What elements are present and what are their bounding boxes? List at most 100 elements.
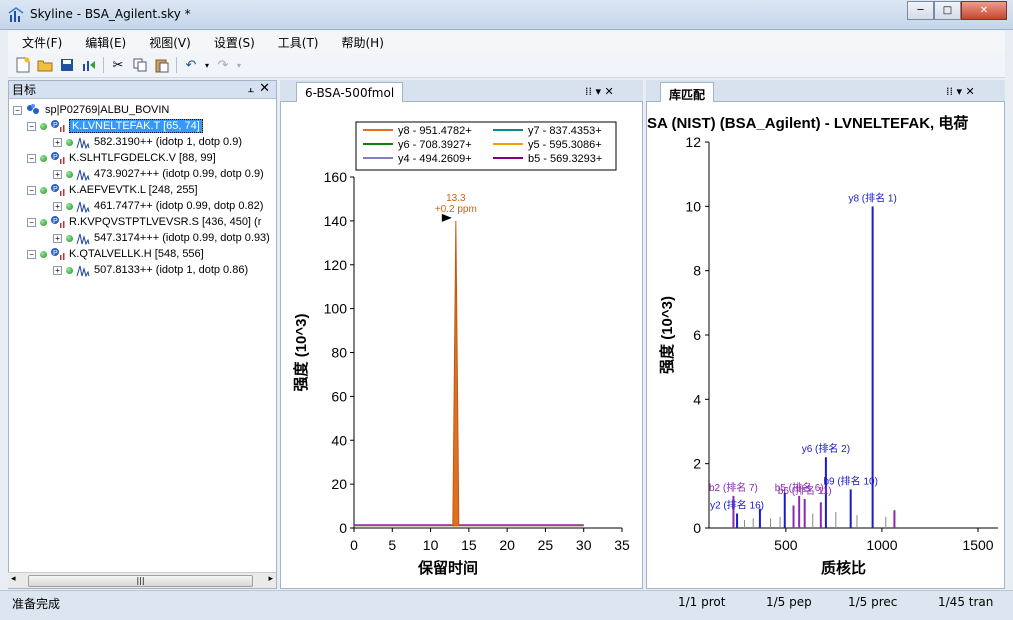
legend-entry: y6 - 708.3927+ [398,139,472,151]
close-button[interactable]: ✕ [961,1,1007,20]
peptide-node[interactable]: − P K.QTALVELLK.H [548, 556] [27,246,204,262]
y-tick-label: 4 [693,391,701,407]
y-tick-label: 10 [685,198,701,214]
svg-text:P: P [53,186,58,193]
tab-library-match[interactable]: 库匹配 [660,82,715,103]
redo-dropdown-icon[interactable]: ▾ [234,55,244,75]
y-tick-label: 80 [331,345,347,361]
precursor-node[interactable]: +461.7477++ (idotp 0.99, dotp 0.82) [53,198,263,214]
copy-icon[interactable] [129,55,151,75]
menu-settings[interactable]: 设置(S) [200,34,264,51]
menu-tools[interactable]: 工具(T) [264,34,328,51]
precursor-label: 547.3174+++ (idotp 0.99, dotp 0.93) [94,232,270,244]
targets-panel-header: 目标 ⫠ ✕ [9,81,276,99]
cut-icon[interactable]: ✂ [107,55,129,75]
precursor-node[interactable]: +473.9027+++ (idotp 0.99, dotp 0.9) [53,166,264,182]
pin-icon[interactable]: ⫠ [247,82,254,96]
x-tick-label: 30 [576,537,592,553]
x-tick-label: 15 [461,537,477,553]
library-match-panel: SA (NIST) (BSA_Agilent) - LVNELTEFAK, 电荷… [646,102,1005,589]
precursor-node[interactable]: +582.3190++ (idotp 1, dotp 0.9) [53,134,242,150]
redo-icon[interactable]: ↷ [212,55,234,75]
expand-icon[interactable]: + [53,265,62,275]
peak-y8[interactable] [452,220,460,527]
status-dot-icon [40,154,47,162]
undo-icon[interactable]: ↶ [180,55,202,75]
peak-label: b2 (排名 7) [709,481,758,494]
y-tick-label: 20 [331,476,347,492]
minimize-button[interactable]: ─ [907,1,934,20]
undo-dropdown-icon[interactable]: ▾ [202,55,212,75]
scroll-right-icon[interactable]: ▸ [268,574,273,584]
targets-panel: 目标 ⫠ ✕ − sp|P02769|ALBU_BOVIN − P K.LVNELT… [8,80,277,589]
peptide-node[interactable]: − P K.SLHTLFGDELCK.V [88, 99] [27,150,216,166]
y-tick-label: 40 [331,432,347,448]
menu-edit[interactable]: 编辑(E) [71,34,135,51]
y-tick-label: 120 [324,257,348,273]
status-dot-icon [66,234,73,242]
protein-label: sp|P02769|ALBU_BOVIN [45,104,170,116]
peak-rt-label: 13.3 [446,193,466,204]
menu-view[interactable]: 视图(V) [135,34,200,51]
expand-icon[interactable]: + [53,233,62,243]
svg-text:P: P [53,250,58,257]
paste-icon[interactable] [151,55,173,75]
legend-entry: y4 - 494.2609+ [398,153,472,165]
maximize-button[interactable]: □ [934,1,961,20]
peptide-icon: P [51,120,65,132]
collapse-icon[interactable]: − [27,153,36,163]
y-tick-label: 8 [693,263,701,279]
collapse-icon[interactable]: − [27,217,36,227]
legend-entry: y7 - 837.4353+ [528,125,602,137]
precursor-node[interactable]: +547.3174+++ (idotp 0.99, dotp 0.93) [53,230,270,246]
protein-node[interactable]: − sp|P02769|ALBU_BOVIN [13,102,169,118]
precursor-label: 507.8133++ (idotp 1, dotp 0.86) [94,264,249,276]
menu-file[interactable]: 文件(F) [8,34,71,51]
chrom-panel-controls[interactable]: ⁞⁞ ▾ ✕ [585,85,614,98]
peptide-node[interactable]: − P K.AEFVEVTK.L [248, 255] [27,182,198,198]
peak-label: y6 (排名 2) [802,442,850,455]
tab-chromatogram[interactable]: 6-BSA-500fmol [296,82,404,103]
save-icon[interactable] [56,55,78,75]
panel-close-icon[interactable]: ✕ [259,81,270,96]
peak-label: y8 (排名 1) [848,191,896,204]
lib-panel-controls[interactable]: ⁞⁞ ▾ ✕ [946,85,975,98]
status-ready: 准备完成 [12,597,61,611]
protein-icon [27,104,39,114]
y-tick-label: 0 [339,520,347,536]
collapse-icon[interactable]: − [13,105,22,115]
y-tick-label: 2 [693,456,701,472]
precursor-label: 473.9027+++ (idotp 0.99, dotp 0.9) [94,168,264,180]
expand-icon[interactable]: + [53,137,62,147]
publish-icon[interactable] [78,55,100,75]
precursor-label: 582.3190++ (idotp 1, dotp 0.9) [94,136,243,148]
peptide-label: K.QTALVELLK.H [548, 556] [69,248,204,260]
legend-entry: y5 - 595.3086+ [528,139,602,151]
svg-text:P: P [53,218,58,225]
expand-icon[interactable]: + [53,201,62,211]
peptide-node[interactable]: − P R.KVPQVSTPTLVEVSR.S [436, 450] (r [27,214,261,230]
y-tick-label: 140 [324,213,348,229]
scroll-thumb[interactable]: ||| [28,575,253,587]
open-folder-icon[interactable] [34,55,56,75]
expand-icon[interactable]: + [53,169,62,179]
x-axis-label: 保留时间 [417,559,478,577]
tree-horizontal-scrollbar[interactable]: ◂ ||| ▸ [8,572,276,588]
window-titlebar: Skyline - BSA_Agilent.sky * ─ □ ✕ [0,0,1013,30]
peptide-node[interactable]: − P K.LVNELTEFAK.T [65, 74] [27,118,203,134]
collapse-icon[interactable]: − [27,249,36,259]
x-tick-label: 500 [774,537,798,553]
precursor-node[interactable]: +507.8133++ (idotp 1, dotp 0.86) [53,262,248,278]
collapse-icon[interactable]: − [27,121,36,131]
new-document-icon[interactable] [12,55,34,75]
y-axis-label: 强度 (10^3) [658,296,676,374]
scroll-left-icon[interactable]: ◂ [11,574,16,584]
targets-panel-title: 目标 [12,83,37,97]
y-tick-label: 100 [324,301,348,317]
x-tick-label: 0 [350,537,358,553]
svg-text:P: P [53,154,58,161]
menu-help[interactable]: 帮助(H) [328,34,393,51]
status-pep: 1/5 pep [766,595,812,609]
x-tick-label: 1000 [866,537,897,553]
collapse-icon[interactable]: − [27,185,36,195]
